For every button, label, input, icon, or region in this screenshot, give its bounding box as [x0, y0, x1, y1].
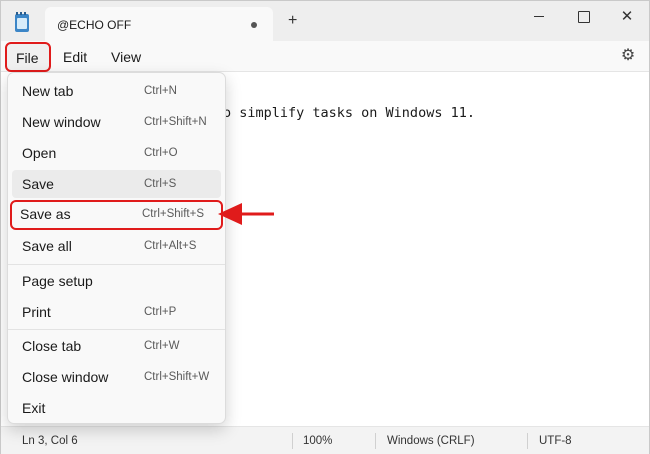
menu-edit[interactable]: Edit — [63, 49, 87, 65]
menu-item-close-tab[interactable]: Close tab Ctrl+W — [12, 332, 221, 360]
menu-item-shortcut: Ctrl+Shift+W — [144, 371, 210, 383]
minimize-button[interactable] — [524, 7, 554, 27]
menu-item-shortcut: Ctrl+Shift+S — [142, 208, 204, 220]
status-bar: Ln 3, Col 6 100% Windows (CRLF) UTF-8 — [1, 426, 649, 454]
menu-item-label: Save all — [22, 238, 72, 254]
editor-text-line: o simplify tasks on Windows 11. — [223, 105, 475, 121]
menu-item-label: Print — [22, 304, 51, 320]
menu-item-label: Save as — [20, 206, 71, 222]
encoding: UTF-8 — [539, 435, 572, 447]
menu-item-label: Close tab — [22, 338, 82, 354]
menu-item-shortcut: Ctrl+Alt+S — [144, 240, 197, 252]
status-divider — [527, 433, 528, 449]
menu-item-save-all[interactable]: Save all Ctrl+Alt+S — [12, 232, 221, 260]
menu-item-label: New tab — [22, 83, 74, 99]
menu-item-label: Exit — [22, 400, 46, 416]
menu-file-label: File — [16, 50, 39, 66]
menu-item-save-as[interactable]: Save as Ctrl+Shift+S — [10, 200, 223, 230]
menu-item-label: New window — [22, 114, 101, 130]
maximize-button[interactable] — [568, 7, 598, 27]
menu-separator — [8, 264, 225, 265]
menu-item-page-setup[interactable]: Page setup — [12, 267, 221, 295]
menu-item-label: Page setup — [22, 273, 93, 289]
menu-item-shortcut: Ctrl+O — [144, 147, 178, 159]
menu-item-shortcut: Ctrl+S — [144, 178, 177, 190]
title-bar: @ECHO OFF + ✕ — [1, 1, 649, 41]
notepad-window: @ECHO OFF + ✕ File Edit View ⚙ o simplif… — [0, 0, 650, 454]
menu-file[interactable]: File — [5, 42, 51, 72]
notepad-icon — [15, 12, 29, 32]
menu-item-shortcut: Ctrl+W — [144, 340, 180, 352]
line-ending: Windows (CRLF) — [387, 435, 475, 447]
menu-item-label: Open — [22, 145, 57, 161]
menu-view[interactable]: View — [111, 49, 141, 65]
close-button[interactable]: ✕ — [612, 7, 642, 27]
gear-icon[interactable]: ⚙ — [620, 48, 636, 64]
menu-item-shortcut: Ctrl+P — [144, 306, 177, 318]
menu-bar: File Edit View ⚙ — [1, 41, 649, 72]
menu-item-new-window[interactable]: New window Ctrl+Shift+N — [12, 108, 221, 136]
new-tab-button[interactable]: + — [288, 13, 297, 29]
menu-item-label: Save — [22, 176, 54, 192]
menu-item-close-window[interactable]: Close window Ctrl+Shift+W — [12, 363, 221, 391]
red-arrow-icon — [218, 203, 274, 225]
zoom-level: 100% — [303, 435, 333, 447]
menu-item-new-tab[interactable]: New tab Ctrl+N — [12, 77, 221, 105]
menu-item-label: Close window — [22, 369, 109, 385]
cursor-position: Ln 3, Col 6 — [22, 435, 78, 447]
tab-echo-off[interactable]: @ECHO OFF — [45, 7, 273, 41]
menu-item-shortcut: Ctrl+Shift+N — [144, 116, 207, 128]
menu-item-print[interactable]: Print Ctrl+P — [12, 298, 221, 326]
file-menu-dropdown: New tab Ctrl+N New window Ctrl+Shift+N O… — [7, 72, 226, 424]
menu-separator — [8, 329, 225, 330]
unsaved-dot-icon[interactable] — [251, 22, 257, 28]
status-divider — [375, 433, 376, 449]
menu-item-shortcut: Ctrl+N — [144, 85, 177, 97]
status-divider — [292, 433, 293, 449]
tab-title: @ECHO OFF — [57, 18, 132, 32]
menu-item-open[interactable]: Open Ctrl+O — [12, 139, 221, 167]
menu-item-save[interactable]: Save Ctrl+S — [12, 170, 221, 198]
menu-item-exit[interactable]: Exit — [12, 394, 221, 422]
